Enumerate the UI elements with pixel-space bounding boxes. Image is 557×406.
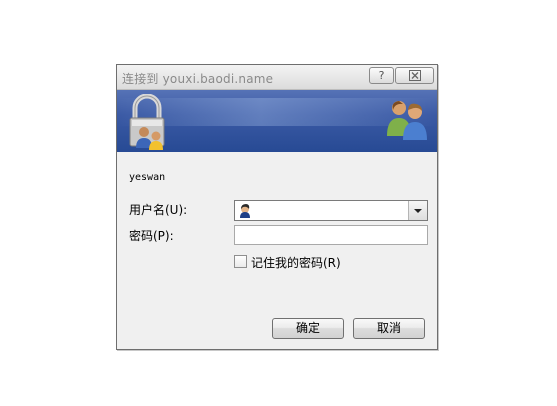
title-bar[interactable]: 连接到 youxi.baodi.name ? <box>117 65 437 90</box>
user-avatar-icon <box>240 204 250 218</box>
lock-users-icon <box>129 94 165 150</box>
dropdown-button[interactable] <box>408 201 427 220</box>
help-icon: ? <box>378 69 385 82</box>
login-dialog: 连接到 youxi.baodi.name ? yeswan 用户名(U): 密码… <box>116 64 438 350</box>
chevron-down-icon <box>414 209 422 213</box>
dialog-title: 连接到 youxi.baodi.name <box>122 72 274 86</box>
banner <box>117 90 437 152</box>
remember-password-checkbox[interactable] <box>234 255 247 268</box>
cancel-button[interactable]: 取消 <box>353 318 425 339</box>
help-button[interactable]: ? <box>369 67 394 84</box>
remember-password-label[interactable]: 记住我的密码(R) <box>251 254 341 271</box>
username-combobox[interactable] <box>234 200 428 221</box>
ok-button[interactable]: 确定 <box>272 318 344 339</box>
password-label: 密码(P): <box>129 229 174 243</box>
close-button[interactable] <box>395 67 434 84</box>
users-icon <box>387 101 427 140</box>
password-field[interactable] <box>234 225 428 245</box>
username-display: yeswan <box>129 172 166 183</box>
username-label: 用户名(U): <box>129 203 188 217</box>
close-icon <box>408 70 421 81</box>
